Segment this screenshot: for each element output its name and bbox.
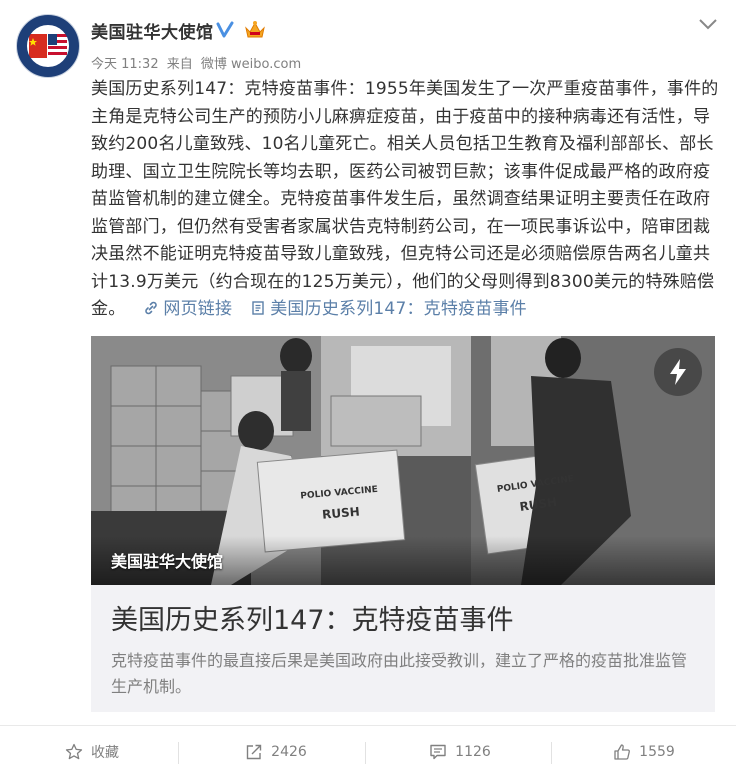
card-description: 克特疫苗事件的最直接后果是美国政府由此接受教训，建立了严格的疫苗批准监管生产机制… [111,651,688,696]
post-text: 美国历史系列147：克特疫苗事件：1955年美国发生了一次严重疫苗事件，事件的主… [91,79,719,319]
lightning-icon [670,359,686,385]
like-button[interactable]: 1559 [552,726,736,777]
favorite-button[interactable]: 收藏 [0,726,184,777]
post-source[interactable]: 微博 weibo.com [201,57,301,72]
post-time[interactable]: 今天 11:32 [91,57,159,72]
like-count: 1559 [639,743,675,760]
vip-crown-icon[interactable] [244,20,266,40]
comment-icon [430,744,446,759]
link-icon [145,301,158,315]
post-content: 美国历史系列147：克特疫苗事件：1955年美国发生了一次严重疫苗事件，事件的主… [91,76,721,324]
repost-count: 2426 [271,743,307,760]
web-link[interactable]: 网页链接 [143,299,232,319]
article-photo[interactable]: POLIO VACCINE RUSH POLIO VACCINE RUSH 美国… [91,336,715,585]
article-link[interactable]: 美国历史系列147：克特疫苗事件 [250,299,527,319]
article-link-label: 美国历史系列147：克特疫苗事件 [270,299,527,319]
comment-button[interactable]: 1126 [368,726,552,777]
photo-watermark: 美国驻华大使馆 [111,552,224,571]
repost-icon [246,744,262,759]
embassy-seal-icon [18,16,78,76]
more-options-button[interactable] [696,14,720,34]
favorite-label: 收藏 [91,744,119,761]
divider [178,742,179,764]
verified-icon [216,21,234,38]
star-icon [65,743,83,759]
source-prefix: 来自 [166,57,193,72]
chevron-down-icon [699,19,717,30]
thumbs-up-icon [614,743,631,760]
repost-button[interactable]: 2426 [184,726,368,777]
author-name[interactable]: 美国驻华大使馆 [91,18,214,43]
comment-count: 1126 [455,743,491,760]
card-title[interactable]: 美国历史系列147：克特疫苗事件 [111,598,514,637]
web-link-label: 网页链接 [163,299,233,319]
avatar[interactable] [16,14,80,78]
divider [365,742,366,764]
article-icon [252,301,264,315]
article-card[interactable]: POLIO VACCINE RUSH POLIO VACCINE RUSH 美国… [91,336,715,712]
flash-button[interactable] [654,348,702,396]
post-meta: 今天 11:32 来自 微博 weibo.com [91,53,305,72]
weibo-post-card: 美国驻华大使馆 今天 11:32 来自 微博 weibo.com 美国历史系列1… [0,0,736,776]
action-bar: 收藏 2426 1126 1559 [0,725,736,777]
